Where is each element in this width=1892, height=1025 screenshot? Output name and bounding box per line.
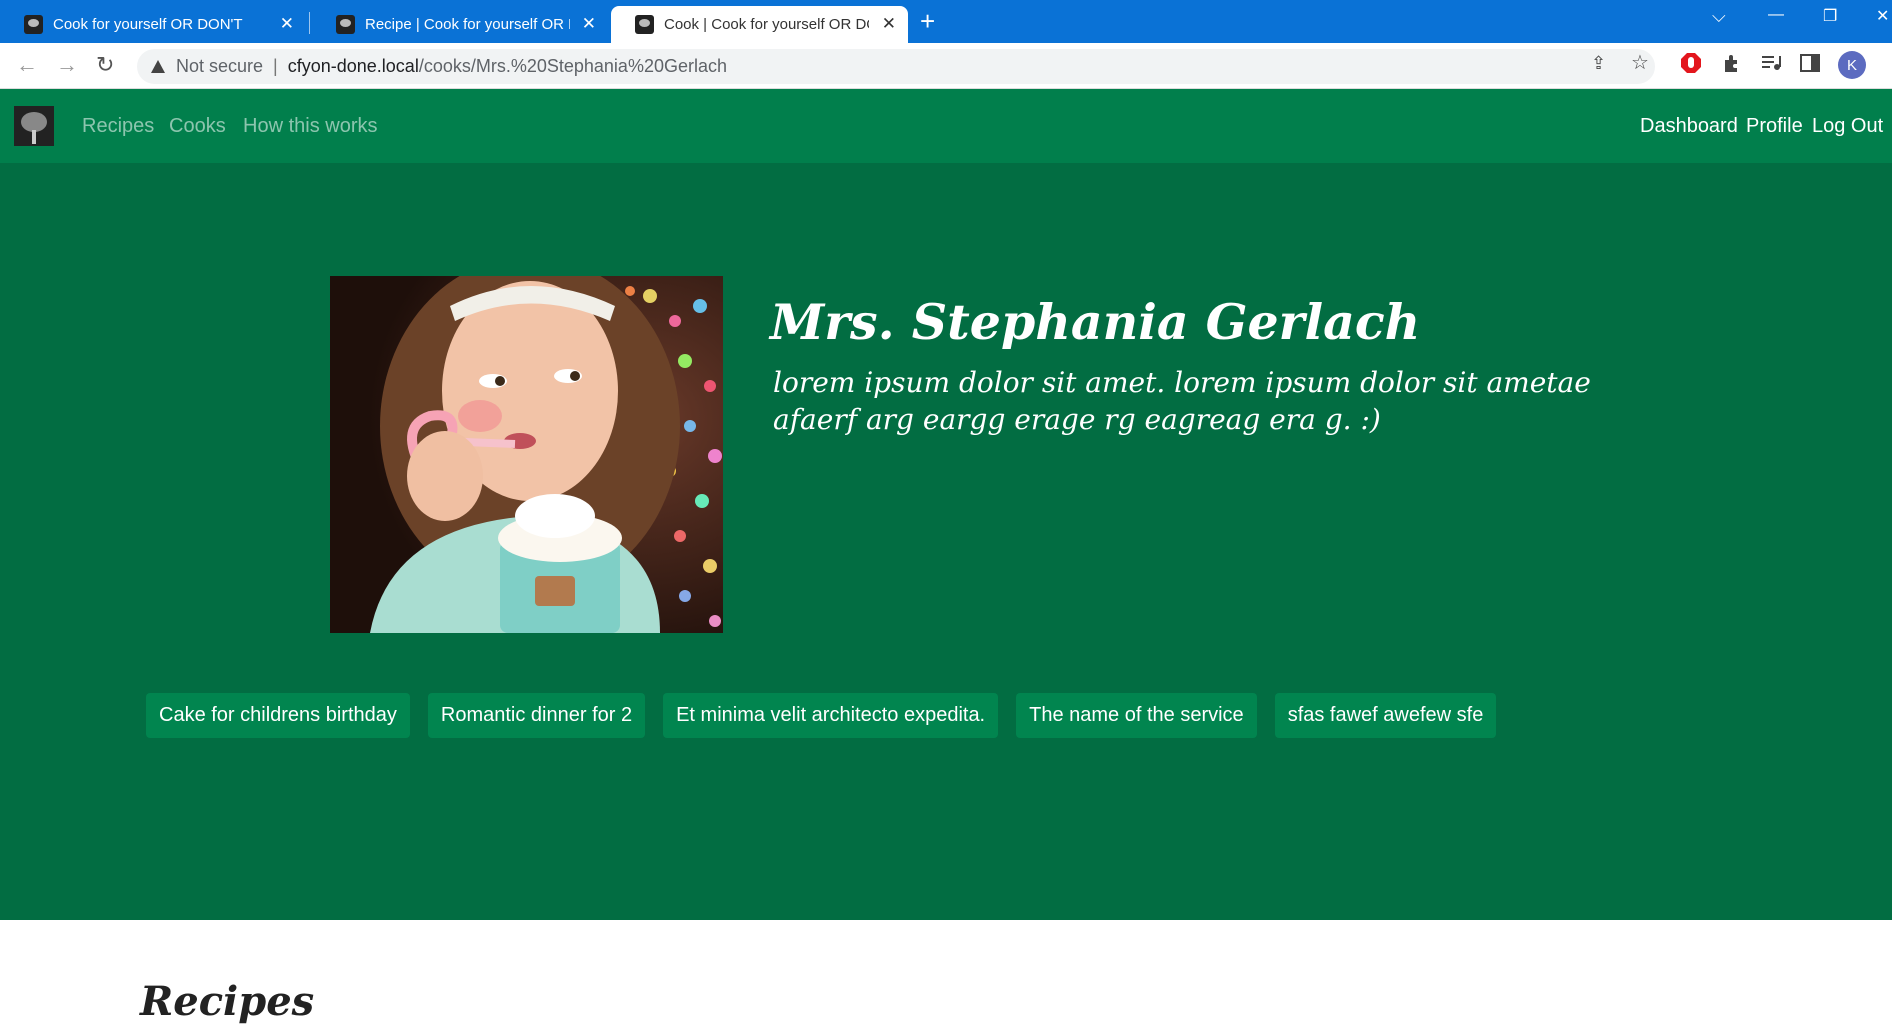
nav-link-recipes[interactable]: Recipes bbox=[82, 115, 154, 138]
nav-link-how-this-works[interactable]: How this works bbox=[243, 115, 377, 138]
security-status[interactable]: Not secure bbox=[176, 56, 263, 77]
tab-separator bbox=[309, 12, 310, 34]
new-tab-icon[interactable]: + bbox=[920, 6, 935, 36]
address-divider: | bbox=[273, 56, 278, 76]
reading-list-icon[interactable] bbox=[1760, 52, 1782, 74]
nav-link-cooks[interactable]: Cooks bbox=[169, 115, 226, 138]
restore-icon[interactable]: ❐ bbox=[1823, 6, 1837, 26]
browser-tab-1[interactable]: Cook for yourself OR DON'T ✕ bbox=[0, 6, 306, 43]
reload-icon[interactable]: ↻ bbox=[96, 52, 114, 78]
logo-stem bbox=[32, 130, 36, 144]
browser-tab-strip: Cook for yourself OR DON'T ✕ Recipe | Co… bbox=[0, 0, 1892, 43]
site-favicon-icon bbox=[635, 15, 654, 34]
url-path: /cooks/Mrs.%20Stephania%20Gerlach bbox=[418, 56, 727, 76]
browser-tab-3-active[interactable]: Cook | Cook for yourself OR DON'T ✕ bbox=[611, 6, 908, 43]
service-button[interactable]: The name of the service bbox=[1016, 693, 1257, 738]
site-logo[interactable] bbox=[14, 106, 54, 146]
back-icon[interactable]: ← bbox=[16, 52, 38, 78]
service-button[interactable]: Cake for childrens birthday bbox=[146, 693, 410, 738]
extensions-puzzle-icon[interactable] bbox=[1721, 52, 1743, 74]
tab-title: Cook | Cook for yourself OR DON'T bbox=[664, 16, 869, 33]
tab-title: Recipe | Cook for yourself OR DON'T bbox=[365, 16, 570, 33]
nav-link-profile[interactable]: Profile bbox=[1746, 115, 1803, 138]
tab-search-chevron-icon[interactable]: ⌵ bbox=[1712, 6, 1726, 27]
close-tab-icon[interactable]: ✕ bbox=[280, 14, 294, 34]
browser-tab-2[interactable]: Recipe | Cook for yourself OR DON'T ✕ bbox=[312, 6, 608, 43]
tab-title: Cook for yourself OR DON'T bbox=[53, 16, 243, 33]
share-icon[interactable]: ⇪ bbox=[1591, 53, 1606, 74]
close-tab-icon[interactable]: ✕ bbox=[882, 14, 896, 34]
site-favicon-icon bbox=[24, 15, 43, 34]
cook-hero: Mrs. Stephania Gerlach lorem ipsum dolor… bbox=[0, 163, 1892, 920]
site-navbar: Recipes Cooks How this works Dashboard P… bbox=[0, 89, 1892, 163]
service-button[interactable]: Romantic dinner for 2 bbox=[427, 693, 646, 738]
minimize-icon[interactable]: — bbox=[1768, 6, 1784, 24]
side-panel-icon[interactable] bbox=[1799, 52, 1821, 74]
profile-avatar[interactable]: K bbox=[1838, 51, 1866, 79]
nav-link-log-out[interactable]: Log Out bbox=[1812, 115, 1883, 138]
logo-bowl bbox=[21, 112, 47, 132]
services-list: Cake for childrens birthday Romantic din… bbox=[146, 693, 1514, 738]
warning-icon[interactable] bbox=[151, 60, 165, 73]
close-tab-icon[interactable]: ✕ bbox=[582, 14, 596, 34]
recipes-section-heading: Recipes bbox=[140, 978, 315, 1025]
nav-link-dashboard[interactable]: Dashboard bbox=[1640, 115, 1738, 138]
cook-photo bbox=[330, 276, 723, 633]
address-bar[interactable]: Not secure | cfyon-done.local /cooks/Mrs… bbox=[137, 49, 1655, 84]
service-button[interactable]: Et minima velit architecto expedita. bbox=[663, 693, 999, 738]
cook-photo-illustration bbox=[330, 276, 723, 633]
cook-name: Mrs. Stephania Gerlach bbox=[770, 293, 1421, 351]
site-favicon-icon bbox=[336, 15, 355, 34]
adblock-extension-icon[interactable] bbox=[1680, 52, 1702, 74]
browser-toolbar: ← → ↻ Not secure | cfyon-done.local /coo… bbox=[0, 43, 1892, 89]
service-button[interactable]: sfas fawef awefew sfe bbox=[1274, 693, 1497, 738]
close-window-icon[interactable]: ✕ bbox=[1876, 6, 1889, 26]
url-host: cfyon-done.local bbox=[287, 56, 419, 76]
bookmark-star-icon[interactable]: ☆ bbox=[1631, 50, 1649, 75]
cook-bio: lorem ipsum dolor sit amet. lorem ipsum … bbox=[773, 366, 1591, 436]
forward-icon[interactable]: → bbox=[56, 52, 78, 78]
